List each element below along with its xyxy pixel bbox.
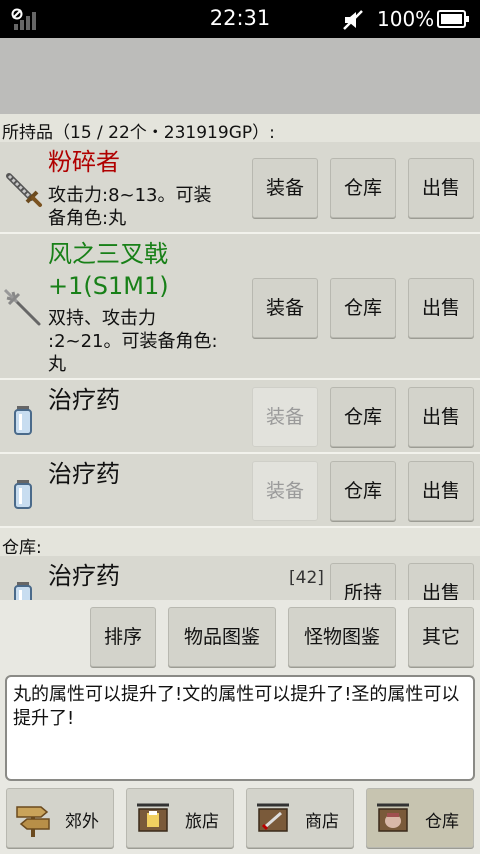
item-name: 粉碎者 bbox=[48, 148, 120, 176]
nav-label: 郊外 bbox=[65, 812, 99, 832]
item-desc-line: 丸 bbox=[48, 354, 66, 375]
item-desc-line: 双持、攻击力 bbox=[48, 308, 156, 329]
equip-button[interactable]: 装备 bbox=[252, 278, 318, 338]
equip-button[interactable]: 装备 bbox=[252, 387, 318, 447]
storage-button[interactable]: 仓库 bbox=[330, 158, 396, 218]
sell-button[interactable]: 出售 bbox=[408, 278, 474, 338]
item-name-suffix: +1(S1M1) bbox=[48, 272, 169, 300]
mute-icon bbox=[343, 10, 363, 30]
monster-guide-button[interactable]: 怪物图鉴 bbox=[288, 607, 396, 667]
other-button[interactable]: 其它 bbox=[408, 607, 474, 667]
nav-label: 商店 bbox=[305, 812, 339, 832]
potion-icon bbox=[14, 406, 32, 435]
warehouse-item: 治疗药 [42] 所持 出售 bbox=[0, 556, 480, 600]
sell-button[interactable]: 出售 bbox=[408, 387, 474, 447]
inventory-item: 粉碎者 攻击力:8~13。可装 备角色:丸 装备 仓库 出售 bbox=[0, 142, 480, 234]
potion-icon bbox=[14, 582, 32, 600]
inventory-item: 治疗药 装备 仓库 出售 bbox=[0, 380, 480, 454]
sell-button[interactable]: 出售 bbox=[408, 158, 474, 218]
equip-button[interactable]: 装备 bbox=[252, 461, 318, 521]
sell-button[interactable]: 出售 bbox=[408, 461, 474, 521]
item-desc-line: :2~21。可装备角色: bbox=[48, 331, 218, 352]
inventory-item: 风之三叉戟 +1(S1M1) 双持、攻击力 :2~21。可装备角色: 丸 装备 … bbox=[0, 234, 480, 380]
storage-button[interactable]: 仓库 bbox=[330, 278, 396, 338]
potion-icon bbox=[14, 480, 32, 509]
battery-percent: 100% bbox=[377, 7, 435, 31]
inventory-item: 治疗药 装备 仓库 出售 bbox=[0, 454, 480, 528]
item-guide-button[interactable]: 物品图鉴 bbox=[168, 607, 276, 667]
top-banner bbox=[0, 38, 480, 114]
status-bar: 22:31 100% bbox=[0, 0, 480, 38]
storage-button[interactable]: 仓库 bbox=[330, 387, 396, 447]
inventory-header: 所持品（15 / 22个・231919GP）: bbox=[2, 123, 275, 143]
warehouse-icon bbox=[377, 803, 409, 832]
trident-icon bbox=[3, 288, 41, 326]
sort-button[interactable]: 排序 bbox=[90, 607, 156, 667]
signpost-icon bbox=[16, 806, 50, 837]
item-count: [42] bbox=[289, 568, 324, 588]
hold-button[interactable]: 所持 bbox=[330, 563, 396, 600]
inn-icon bbox=[137, 803, 169, 832]
message-log: 丸的属性可以提升了!文的属性可以提升了!圣的属性可以提升了! bbox=[5, 675, 475, 781]
nav-label: 仓库 bbox=[425, 812, 459, 832]
sell-button[interactable]: 出售 bbox=[408, 563, 474, 600]
nav-label: 旅店 bbox=[185, 812, 219, 832]
nav-inn-button[interactable]: 旅店 bbox=[126, 788, 234, 848]
item-desc-line: 备角色:丸 bbox=[48, 208, 127, 229]
sword-icon bbox=[6, 173, 42, 207]
battery-icon bbox=[437, 10, 469, 28]
item-name: 治疗药 bbox=[48, 460, 120, 488]
nav-shop-button[interactable]: 商店 bbox=[246, 788, 354, 848]
equip-button[interactable]: 装备 bbox=[252, 158, 318, 218]
nav-outskirts-button[interactable]: 郊外 bbox=[6, 788, 114, 848]
item-name: 治疗药 bbox=[48, 562, 120, 590]
warehouse-header: 仓库: bbox=[2, 538, 42, 558]
item-name: 治疗药 bbox=[48, 386, 120, 414]
item-desc-line: 攻击力:8~13。可装 bbox=[48, 185, 212, 206]
shop-icon bbox=[257, 803, 289, 832]
storage-button[interactable]: 仓库 bbox=[330, 461, 396, 521]
item-name: 风之三叉戟 bbox=[48, 240, 168, 268]
nav-warehouse-button[interactable]: 仓库 bbox=[366, 788, 474, 848]
